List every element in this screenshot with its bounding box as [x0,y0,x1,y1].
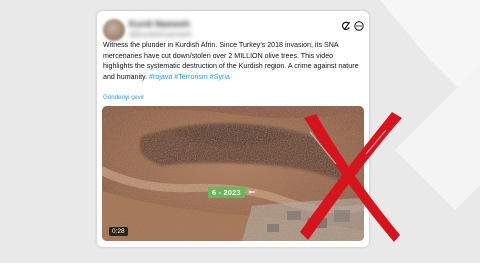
red-x-icon [300,112,402,242]
hashtag-link[interactable]: #Syria [210,73,230,81]
hashtag-link[interactable]: #rojava [149,73,172,81]
tweet-text: Witness the plunder in Kurdish Afrin. Si… [103,40,365,82]
year-label: 6 - 2023 [208,187,245,198]
video-duration: 0:28 [109,227,128,236]
author-avatar[interactable] [103,19,125,41]
tweet-body: Witness the plunder in Kurdish Afrin. Si… [103,41,359,81]
author-handle[interactable]: @kurdishnameeh [129,30,192,39]
arrow-left-icon: ⇐ [248,187,256,197]
grok-icon[interactable] [340,20,352,32]
hashtag-link[interactable]: #Terrorism [174,73,208,81]
translate-post-link[interactable]: Gönderiyi çevir [103,94,144,101]
author-name[interactable]: Kurdi Nameeh [129,19,190,29]
more-icon[interactable] [353,20,365,32]
